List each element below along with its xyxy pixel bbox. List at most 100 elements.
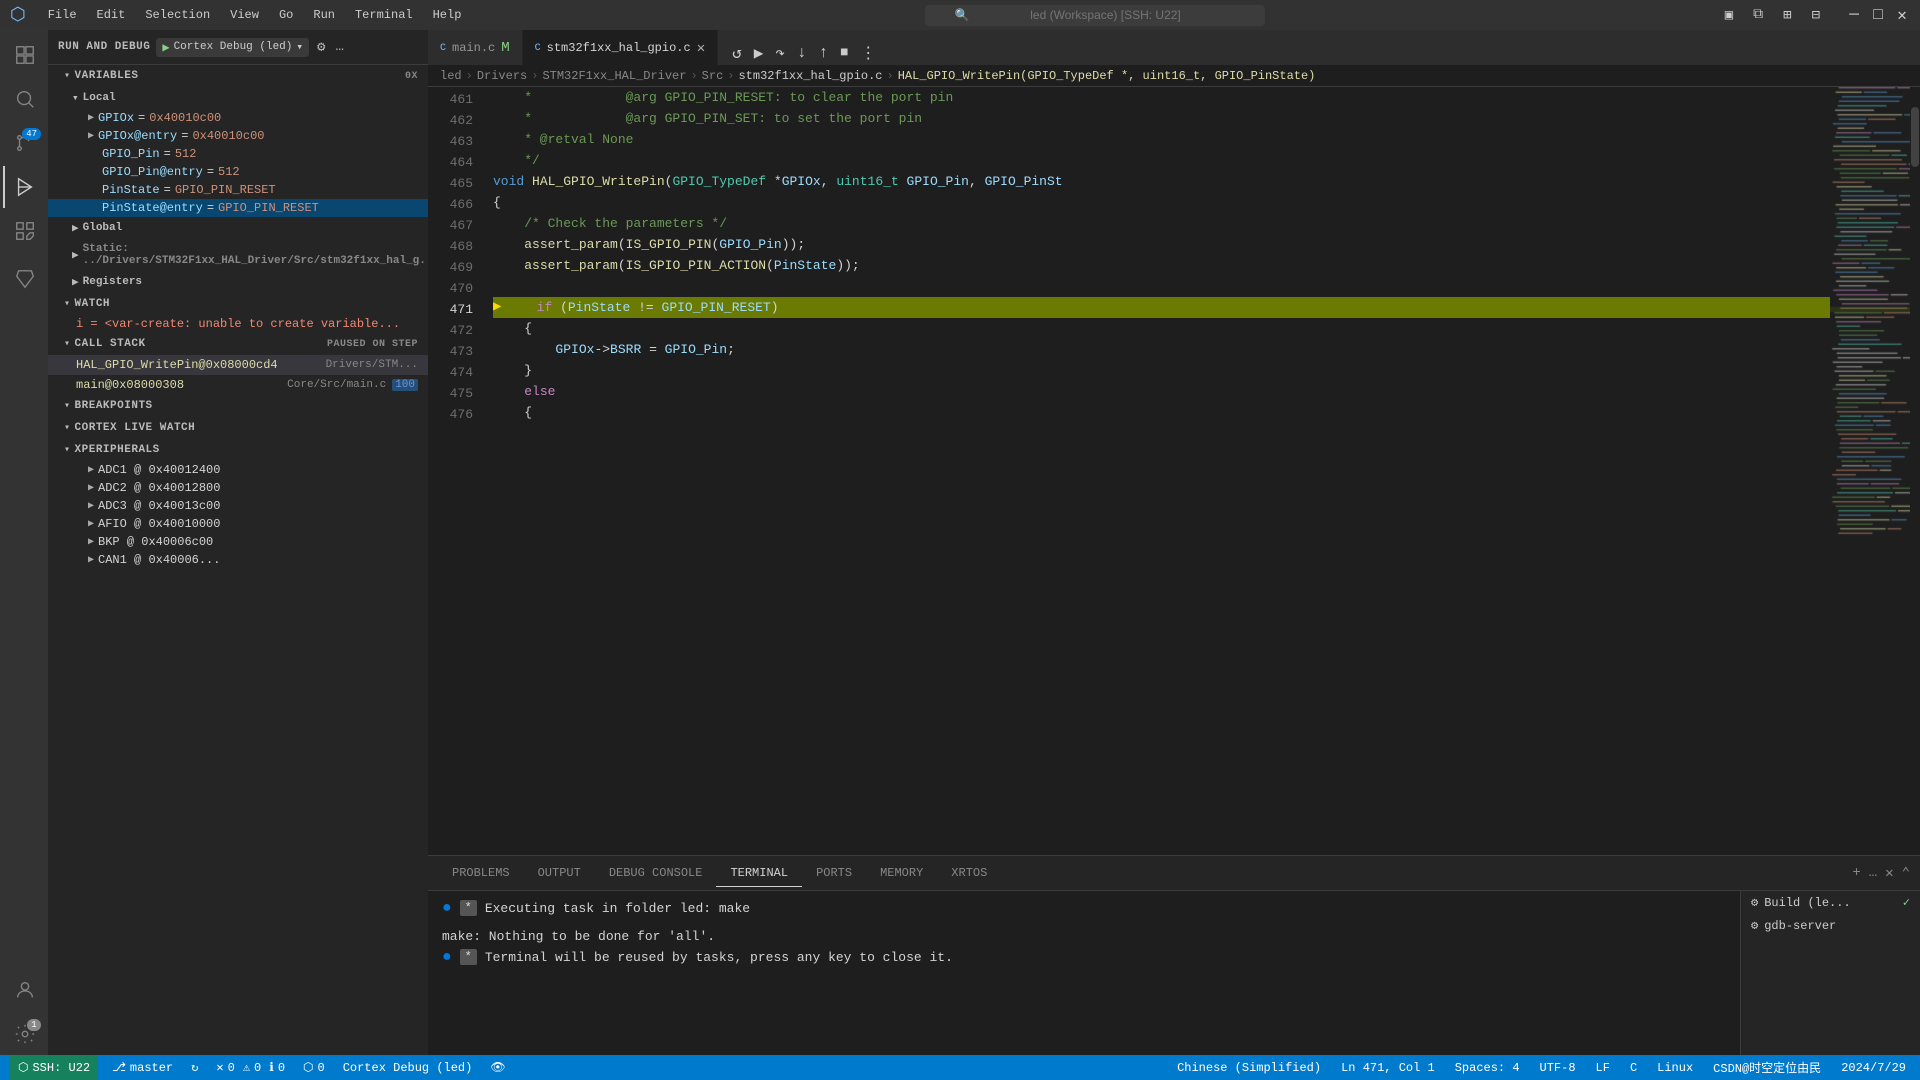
menu-selection[interactable]: Selection (135, 4, 220, 26)
registers-subsection[interactable]: ▶ Registers (48, 271, 428, 293)
watch-section-header[interactable]: ▾ WATCH (48, 293, 428, 315)
xp-adc2[interactable]: ▶ ADC2 @ 0x40012800 (48, 479, 428, 497)
status-debug-item[interactable]: ⬡ SSH: U22 (10, 1055, 98, 1080)
code-line-473[interactable]: GPIOx->BSRR = GPIO_Pin; (493, 339, 1830, 360)
bc-src[interactable]: Src (702, 69, 724, 83)
status-sync[interactable]: ↻ (187, 1060, 202, 1075)
menu-edit[interactable]: Edit (87, 4, 136, 26)
status-cortex[interactable]: ⬡ 0 (299, 1060, 329, 1075)
status-platform[interactable]: Linux (1653, 1061, 1697, 1075)
variables-section-header[interactable]: ▾ VARIABLES 0x (48, 65, 428, 87)
code-line-465[interactable]: void HAL_GPIO_WritePin(GPIO_TypeDef *GPI… (493, 171, 1830, 192)
status-position[interactable]: Ln 471, Col 1 (1337, 1061, 1439, 1075)
status-lang-c[interactable]: C (1626, 1061, 1641, 1075)
xp-bkp[interactable]: ▶ BKP @ 0x40006c00 (48, 533, 428, 551)
static-subsection[interactable]: ▶ Static: ../Drivers/STM32F1xx_HAL_Drive… (48, 239, 428, 271)
search-bar[interactable]: 🔍 (925, 5, 1265, 26)
var-GPIOx[interactable]: ▶ GPIOx = 0x40010c00 (48, 109, 428, 127)
menu-terminal[interactable]: Terminal (345, 4, 423, 26)
minimize-button[interactable]: ─ (1846, 7, 1862, 23)
restore-button[interactable]: □ (1870, 7, 1886, 23)
code-content[interactable]: * @arg GPIO_PIN_RESET: to clear the port… (483, 87, 1830, 855)
var-GPIOx-entry[interactable]: ▶ GPIOx@entry = 0x40010c00 (48, 127, 428, 145)
bc-hal-driver[interactable]: STM32F1xx_HAL_Driver (542, 69, 686, 83)
activity-source-control[interactable]: 47 (3, 122, 45, 164)
bc-func[interactable]: HAL_GPIO_WritePin(GPIO_TypeDef *, uint16… (898, 69, 1316, 83)
status-cortex-name[interactable]: Cortex Debug (led) (339, 1061, 477, 1075)
var-PinState-entry[interactable]: PinState@entry = GPIO_PIN_RESET (48, 199, 428, 217)
global-subsection[interactable]: ▶ Global (48, 217, 428, 239)
tab-close-icon[interactable]: ✕ (697, 40, 705, 57)
terminal-content[interactable]: ● * Executing task in folder led: make m… (428, 891, 1740, 1055)
var-GPIO-Pin-entry[interactable]: GPIO_Pin@entry = 512 (48, 163, 428, 181)
code-line-475[interactable]: else (493, 381, 1830, 402)
debug-step-over-icon[interactable]: ↷ (771, 41, 789, 65)
layout-icon-2[interactable]: ⧉ (1747, 7, 1769, 23)
debug-config-select[interactable]: ▶ Cortex Debug (led) ▾ (156, 38, 309, 57)
code-line-469[interactable]: assert_param(IS_GPIO_PIN_ACTION(PinState… (493, 255, 1830, 276)
menu-run[interactable]: Run (303, 4, 345, 26)
tab-memory[interactable]: MEMORY (866, 860, 937, 887)
debug-step-into-icon[interactable]: ↓ (793, 42, 811, 64)
call-stack-section-header[interactable]: ▾ CALL STACK Paused on step (48, 333, 428, 355)
vertical-scrollbar[interactable] (1910, 87, 1920, 855)
bc-led[interactable]: led (440, 69, 462, 83)
scrollbar-thumb[interactable] (1911, 107, 1919, 167)
status-branch[interactable]: ⎇ master (108, 1060, 177, 1075)
status-spaces[interactable]: Spaces: 4 (1451, 1061, 1524, 1075)
terminal-panel-build[interactable]: ⚙ Build (le... ✓ (1741, 891, 1920, 914)
xp-afio[interactable]: ▶ AFIO @ 0x40010000 (48, 515, 428, 533)
close-button[interactable]: ✕ (1894, 7, 1910, 23)
debug-more-icon[interactable]: ⋮ (856, 41, 880, 65)
code-line-467[interactable]: /* Check the parameters */ (493, 213, 1830, 234)
activity-debug[interactable] (3, 166, 45, 208)
debug-settings-icon[interactable]: ⚙ (315, 37, 327, 58)
callstack-item-0[interactable]: HAL_GPIO_WritePin@0x08000cd4 Drivers/STM… (48, 355, 428, 375)
debug-stop-icon[interactable]: ⏹ (836, 42, 852, 64)
status-line-ending[interactable]: LF (1592, 1061, 1614, 1075)
activity-search[interactable] (3, 78, 45, 120)
xp-adc3[interactable]: ▶ ADC3 @ 0x40013c00 (48, 497, 428, 515)
tab-problems[interactable]: PROBLEMS (438, 860, 524, 887)
code-line-463[interactable]: * @retval None (493, 129, 1830, 150)
cortex-live-watch-header[interactable]: ▾ CORTEX LIVE WATCH (48, 417, 428, 439)
status-eye-icon[interactable]: 👁 (486, 1060, 509, 1075)
var-PinState[interactable]: PinState = GPIO_PIN_RESET (48, 181, 428, 199)
activity-extensions[interactable] (3, 210, 45, 252)
tab-xrtos[interactable]: XRTOS (937, 860, 1001, 887)
activity-testing[interactable] (3, 258, 45, 300)
layout-icon-1[interactable]: ▣ (1719, 7, 1739, 24)
bc-file[interactable]: stm32f1xx_hal_gpio.c (738, 69, 882, 83)
status-errors[interactable]: ✕ 0 ⚠ 0 ℹ 0 (212, 1060, 289, 1075)
code-line-472[interactable]: { (493, 318, 1830, 339)
local-subsection[interactable]: ▾ Local (48, 87, 428, 109)
code-line-466[interactable]: { (493, 192, 1830, 213)
xp-can1[interactable]: ▶ CAN1 @ 0x40006... (48, 551, 428, 569)
callstack-item-1[interactable]: main@0x08000308 Core/Src/main.c 100 (48, 375, 428, 395)
tab-ports[interactable]: PORTS (802, 860, 866, 887)
terminal-add-icon[interactable]: + (1852, 865, 1860, 881)
search-input[interactable] (976, 8, 1236, 22)
debug-continue-icon[interactable]: ▶ (750, 41, 768, 65)
tab-debug-console[interactable]: DEBUG CONSOLE (595, 860, 717, 887)
menu-go[interactable]: Go (269, 4, 303, 26)
terminal-maximize-icon[interactable]: ⌃ (1902, 865, 1910, 882)
code-line-474[interactable]: } (493, 360, 1830, 381)
xp-adc1[interactable]: ▶ ADC1 @ 0x40012400 (48, 461, 428, 479)
breakpoints-section-header[interactable]: ▾ BREAKPOINTS (48, 395, 428, 417)
layout-icon-3[interactable]: ⊞ (1777, 7, 1797, 24)
status-language[interactable]: Chinese (Simplified) (1173, 1061, 1325, 1075)
debug-step-out-icon[interactable]: ↑ (815, 42, 833, 64)
var-GPIO-Pin[interactable]: GPIO_Pin = 512 (48, 145, 428, 163)
code-line-461[interactable]: * @arg GPIO_PIN_RESET: to clear the port… (493, 87, 1830, 108)
xperipherals-section-header[interactable]: ▾ XPERIPHERALS (48, 439, 428, 461)
activity-accounts[interactable] (3, 969, 45, 1011)
code-line-462[interactable]: * @arg GPIO_PIN_SET: to set the port pin (493, 108, 1830, 129)
tab-main-c[interactable]: C main.c M (428, 30, 523, 65)
menu-view[interactable]: View (220, 4, 269, 26)
bc-drivers[interactable]: Drivers (477, 69, 527, 83)
terminal-close-icon[interactable]: ✕ (1885, 865, 1893, 882)
activity-settings[interactable]: 1 (3, 1013, 45, 1055)
debug-more-icon[interactable]: … (333, 37, 345, 57)
code-editor[interactable]: 4614624634644654664674684694704714724734… (428, 87, 1830, 855)
